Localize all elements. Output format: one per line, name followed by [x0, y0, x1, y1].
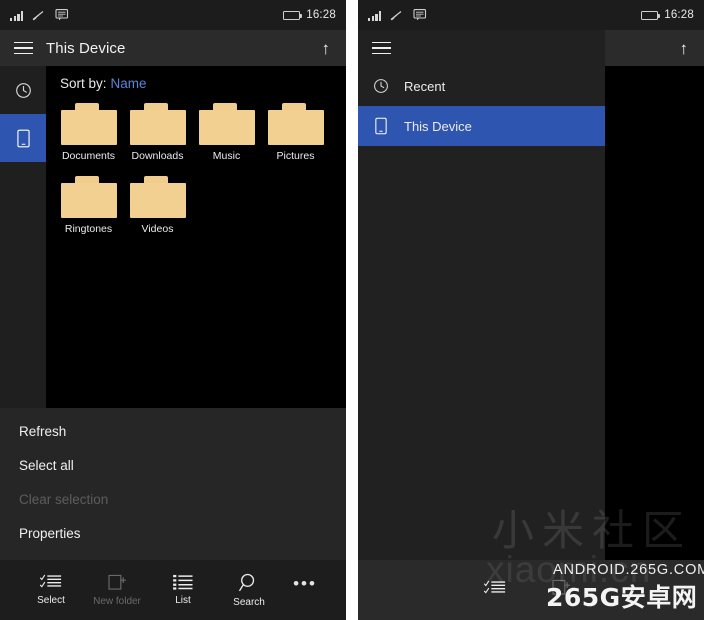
folder-label: Ringtones [64, 223, 113, 235]
left-phone-screenshot: 16:28 This Device ↑ Sort by: Name Docume… [0, 0, 346, 620]
wifi-icon [390, 10, 404, 21]
folder-label: Pictures [276, 150, 315, 162]
folder-grid: Documents Downloads Music Pictures Ringt… [46, 95, 346, 245]
command-new-folder: New folder [84, 574, 150, 607]
menu-item-refresh[interactable]: Refresh [0, 414, 346, 448]
menu-button-left[interactable] [0, 41, 46, 55]
status-icons-left [10, 9, 69, 21]
folder-tile[interactable]: Downloads [123, 103, 192, 162]
status-time: 16:28 [664, 9, 694, 21]
drawer-item-recent[interactable]: Recent [358, 66, 605, 106]
folder-icon [129, 103, 186, 145]
signal-bars-icon [368, 10, 382, 21]
status-bar-right: 16:28 [358, 0, 704, 30]
app-bar-left: This Device ↑ [0, 30, 346, 66]
folder-tile[interactable]: Documents [54, 103, 123, 162]
folder-tile[interactable]: Music [192, 103, 261, 162]
command-search-label: Search [233, 596, 265, 608]
status-icons-left-right-panel [368, 9, 427, 21]
list-view-icon [173, 574, 193, 590]
command-bar-left: Select New folder List Search ••• [0, 560, 346, 620]
signal-bars-icon [10, 10, 24, 21]
page-title: This Device [46, 39, 126, 57]
message-icon [413, 9, 427, 21]
command-select[interactable]: Select [18, 574, 84, 606]
status-bar-left: 16:28 [0, 0, 346, 30]
command-list[interactable]: List [150, 574, 216, 606]
menu-item-properties[interactable]: Properties [0, 516, 346, 550]
file-content-area-right [605, 66, 704, 560]
app-bar-right: ↑ [605, 30, 704, 66]
up-arrow-icon[interactable]: ↑ [322, 40, 331, 57]
folder-icon [60, 103, 117, 145]
command-bar-right [358, 560, 704, 620]
status-time: 16:28 [306, 9, 336, 21]
device-icon [358, 117, 404, 135]
folder-tile[interactable]: Pictures [261, 103, 330, 162]
right-phone-screenshot: 16:28 ↑ Recent This Device [358, 0, 704, 620]
nav-drawer: Recent This Device [358, 30, 605, 620]
rail-item-recent[interactable] [0, 66, 46, 114]
hamburger-icon[interactable] [371, 41, 391, 55]
hamburger-icon[interactable] [13, 41, 33, 55]
sort-label: Sort by: [60, 76, 107, 91]
folder-tile[interactable]: Videos [123, 176, 192, 235]
sort-bar: Sort by: Name [46, 66, 346, 95]
command-new-folder [528, 579, 594, 601]
clock-icon [358, 78, 404, 94]
command-list-label: List [175, 595, 191, 606]
up-arrow-icon[interactable]: ↑ [680, 40, 689, 57]
search-icon [239, 573, 255, 591]
menu-item-select-all[interactable]: Select all [0, 448, 346, 482]
rail-item-this-device[interactable] [0, 114, 46, 162]
screenshot-stage: 16:28 This Device ↑ Sort by: Name Docume… [0, 0, 704, 620]
select-checklist-icon [40, 574, 62, 588]
command-select-label: Select [37, 595, 65, 606]
battery-icon [283, 10, 303, 20]
folder-tile[interactable]: Ringtones [54, 176, 123, 235]
drawer-item-label: Recent [404, 78, 446, 94]
menu-button-right[interactable] [358, 41, 404, 55]
message-icon [55, 9, 69, 21]
command-select[interactable] [462, 580, 528, 601]
command-search[interactable]: Search [216, 573, 282, 608]
battery-icon [641, 10, 661, 20]
status-icons-right-right-panel: 16:28 [641, 9, 694, 21]
status-icons-right: 16:28 [283, 9, 336, 21]
folder-icon [129, 176, 186, 218]
clock-icon [15, 82, 31, 98]
drawer-header [358, 30, 605, 66]
wifi-icon [32, 10, 46, 21]
device-icon [16, 129, 30, 147]
new-folder-icon [551, 579, 570, 595]
folder-label: Documents [61, 150, 116, 162]
folder-label: Downloads [131, 150, 184, 162]
command-overflow-button[interactable]: ••• [282, 574, 328, 606]
folder-label: Videos [141, 223, 174, 235]
folder-icon [267, 103, 324, 145]
new-folder-icon [107, 574, 126, 590]
folder-icon [60, 176, 117, 218]
menu-item-clear-selection: Clear selection [19, 491, 109, 507]
sort-value[interactable]: Name [111, 76, 147, 91]
drawer-item-this-device[interactable]: This Device [358, 106, 605, 146]
command-new-folder-label: New folder [93, 595, 141, 607]
folder-label: Music [212, 150, 241, 162]
context-menu: Refresh Select all Clear selection Prope… [0, 408, 346, 560]
drawer-item-label: This Device [404, 118, 472, 134]
select-checklist-icon [484, 580, 506, 594]
folder-icon [198, 103, 255, 145]
